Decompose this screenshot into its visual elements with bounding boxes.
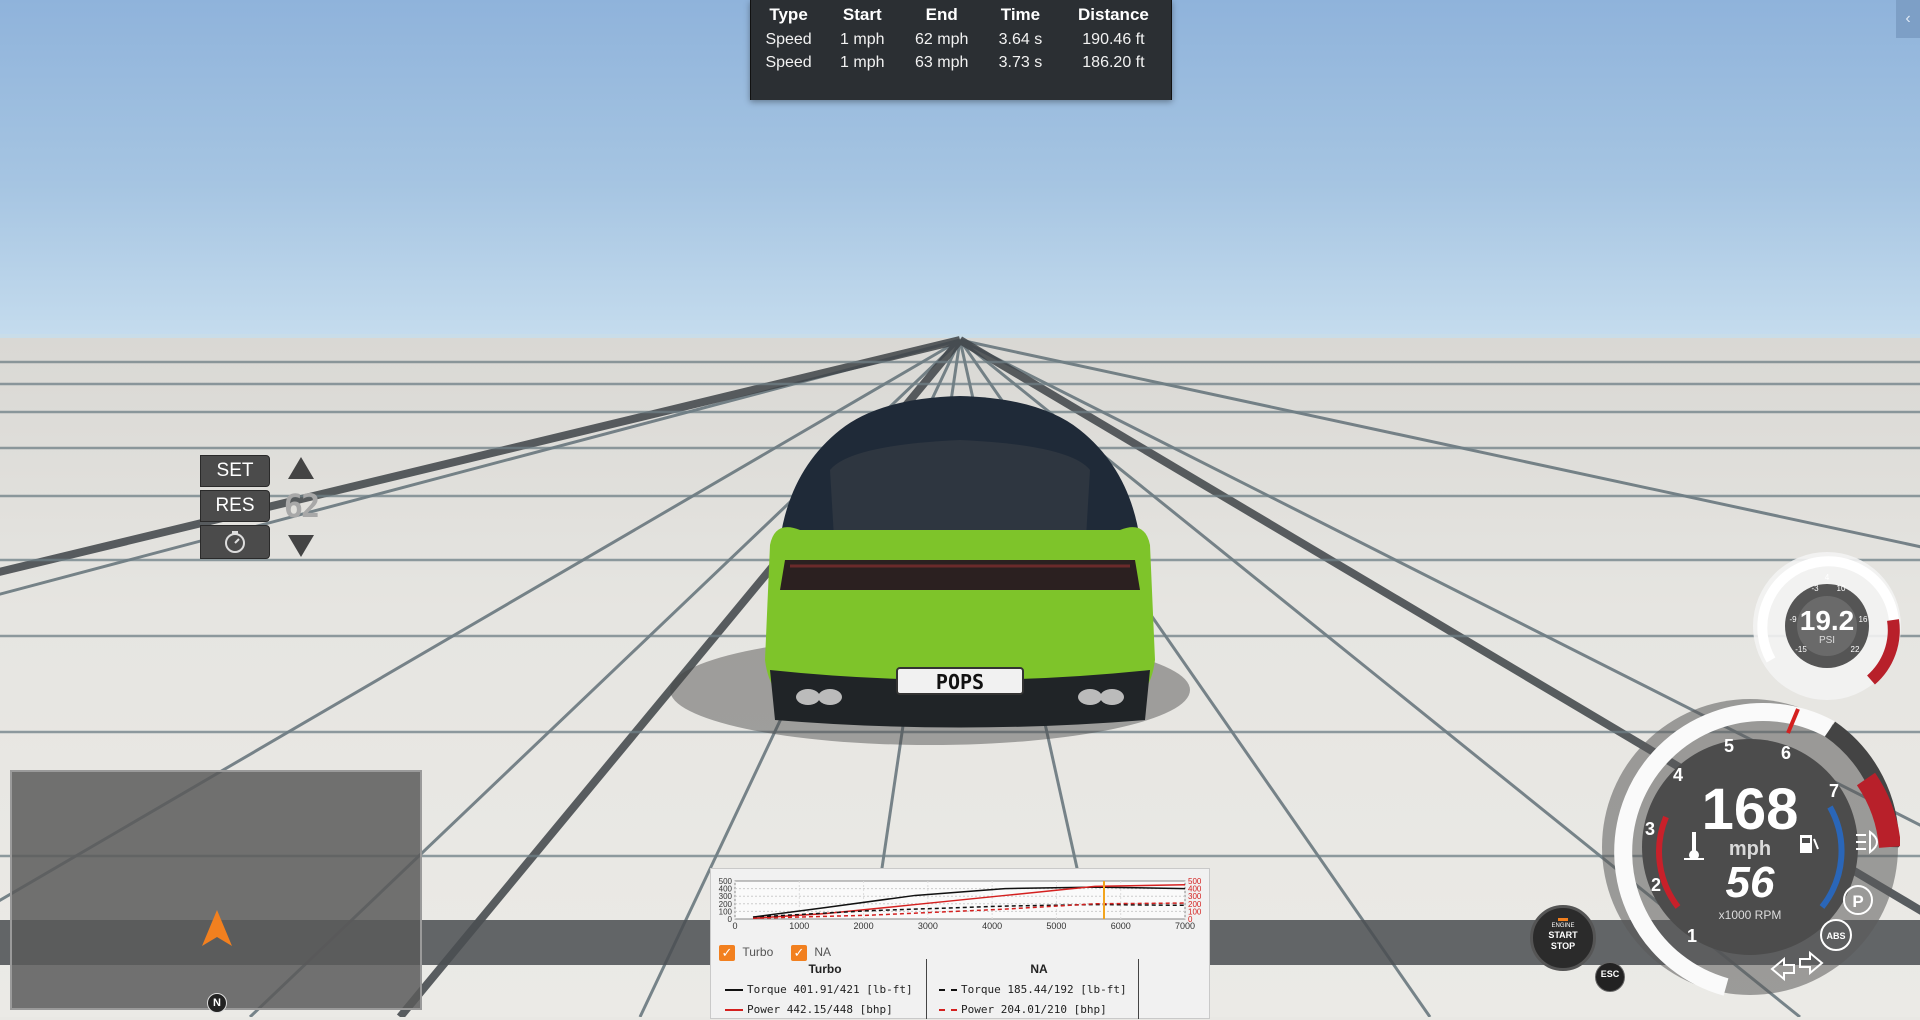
torque-power-chart: 0 1000 2000 3000 4000 5000 6000 7000500 500400 40… <box>719 877 1202 931</box>
minimap[interactable] <box>10 770 422 1010</box>
col-start: Start <box>842 5 882 24</box>
col-time: Time <box>1000 5 1041 24</box>
cruise-decrease-arrow-icon[interactable] <box>288 535 314 557</box>
gear-tick: 3 <box>1645 819 1655 839</box>
cell-end: 63 mph <box>915 54 969 71</box>
table-row: Speed 1 mph 63 mph 3.73 s 186.20 ft <box>751 52 1171 75</box>
legend-na-label: NA <box>814 945 832 960</box>
y-tick-label-left: 0 <box>728 915 733 924</box>
na-readout: NA Torque 185.44/192 [lb-ft] Power 204.0… <box>939 962 1139 1020</box>
acceleration-stats-panel: Type Start End Time Distance Speed 1 mph… <box>750 0 1172 100</box>
gear-tick: 4 <box>1673 765 1683 785</box>
cell-distance: 190.46 ft <box>1082 31 1145 48</box>
stopwatch-icon <box>225 531 245 553</box>
speed-unit: mph <box>1729 838 1771 860</box>
gear-tick: 7 <box>1829 781 1839 801</box>
gear-tick: 6 <box>1781 743 1791 763</box>
gear-tick: 1 <box>1687 926 1697 946</box>
cruise-increase-arrow-icon[interactable] <box>288 457 314 479</box>
x-tick-label: 0 <box>732 921 737 931</box>
stats-header-row: Type Start End Time Distance <box>751 3 1171 29</box>
abs-label: ABS <box>1826 931 1845 941</box>
engine-start-label: START <box>1548 930 1578 940</box>
engine-start-stop-button[interactable]: ENGINE START STOP <box>1530 905 1596 971</box>
cell-type: Speed <box>765 54 812 71</box>
na-power-value: Power 204.01/210 [bhp] <box>961 1003 1107 1016</box>
cell-distance: 186.20 ft <box>1082 54 1145 71</box>
boost-tick: -15 <box>1795 645 1807 654</box>
cruise-target-speed: 62 <box>283 487 321 525</box>
col-end: End <box>925 5 958 24</box>
turbo-torque-value: Torque 401.91/421 [lb-ft] <box>747 983 913 996</box>
parking-brake-label: P <box>1852 892 1863 911</box>
boost-value: 19.2 <box>1800 605 1855 636</box>
readout-divider <box>926 959 927 1019</box>
boost-tick: 16 <box>1859 615 1868 624</box>
cruise-resume-button[interactable]: RES <box>200 490 270 522</box>
na-torque-value: Torque 185.44/192 [lb-ft] <box>961 983 1127 996</box>
na-checkbox[interactable]: ✓ <box>791 945 807 961</box>
player-arrow-icon <box>202 910 232 946</box>
na-readout-title: NA <box>1030 962 1048 976</box>
stats-table: Type Start End Time Distance Speed 1 mph… <box>751 3 1171 75</box>
col-type: Type <box>769 5 808 24</box>
y-tick-label-right: 0 <box>1188 915 1193 924</box>
cell-type: Speed <box>765 31 812 48</box>
table-row: Speed 1 mph 62 mph 3.64 s 190.46 ft <box>751 29 1171 52</box>
x-tick-label: 1000 <box>789 921 809 931</box>
gear-tick: 2 <box>1651 875 1661 895</box>
rpm-unit: x1000 RPM <box>1719 908 1782 922</box>
col-distance: Distance <box>1077 5 1149 24</box>
cell-end: 62 mph <box>915 31 969 48</box>
boost-tick: 22 <box>1851 645 1860 654</box>
boost-tick: -3 <box>1811 584 1819 593</box>
turbo-readout: Turbo Torque 401.91/421 [lb-ft] Power 44… <box>725 962 925 1020</box>
rpm-value: 56 <box>1726 858 1775 907</box>
x-tick-label: 2000 <box>854 921 874 931</box>
esc-stability-button[interactable]: ESC <box>1595 962 1625 992</box>
compass-north-icon: N <box>207 993 227 1013</box>
torque-power-graph-panel: 0 1000 2000 3000 4000 5000 6000 7000 500 500 400 40… <box>710 868 1210 1019</box>
speed-value: 168 <box>1702 777 1799 842</box>
boost-tick: 4 <box>1825 573 1830 582</box>
turbo-power-value: Power 442.15/448 [bhp] <box>747 1003 893 1016</box>
turbo-checkbox[interactable]: ✓ <box>719 945 735 961</box>
x-tick-label: 3000 <box>918 921 938 931</box>
cell-start: 1 mph <box>840 31 885 48</box>
x-tick-label: 6000 <box>1111 921 1131 931</box>
boost-tick: 10 <box>1837 584 1846 593</box>
cell-start: 1 mph <box>840 54 885 71</box>
boost-tick: -9 <box>1789 615 1797 624</box>
cruise-control-widget: SET RES 62 <box>200 455 330 565</box>
boost-unit: PSI <box>1819 635 1835 646</box>
x-tick-label: 5000 <box>1046 921 1066 931</box>
cruise-timer-button[interactable] <box>200 525 270 559</box>
engine-indicator-icon <box>1558 918 1568 921</box>
cell-time: 3.64 s <box>998 31 1043 48</box>
boost-gauge: 19.2 PSI -3 4 10 -9 16 -15 22 <box>1753 552 1901 700</box>
collapse-panel-button[interactable]: ‹ <box>1896 0 1920 38</box>
engine-stop-label: STOP <box>1550 941 1576 951</box>
legend-turbo-label: Turbo <box>742 945 774 960</box>
speedometer: 168 mph 56 x1000 RPM 1 2 3 4 5 6 7 P ABS <box>1602 699 1900 996</box>
cruise-set-button[interactable]: SET <box>200 455 270 487</box>
engine-label: ENGINE <box>1551 923 1575 929</box>
cell-time: 3.73 s <box>998 54 1043 71</box>
x-tick-label: 4000 <box>982 921 1002 931</box>
turbo-readout-title: Turbo <box>808 962 842 976</box>
gear-tick: 5 <box>1724 736 1734 756</box>
license-plate: POPS <box>935 670 985 694</box>
